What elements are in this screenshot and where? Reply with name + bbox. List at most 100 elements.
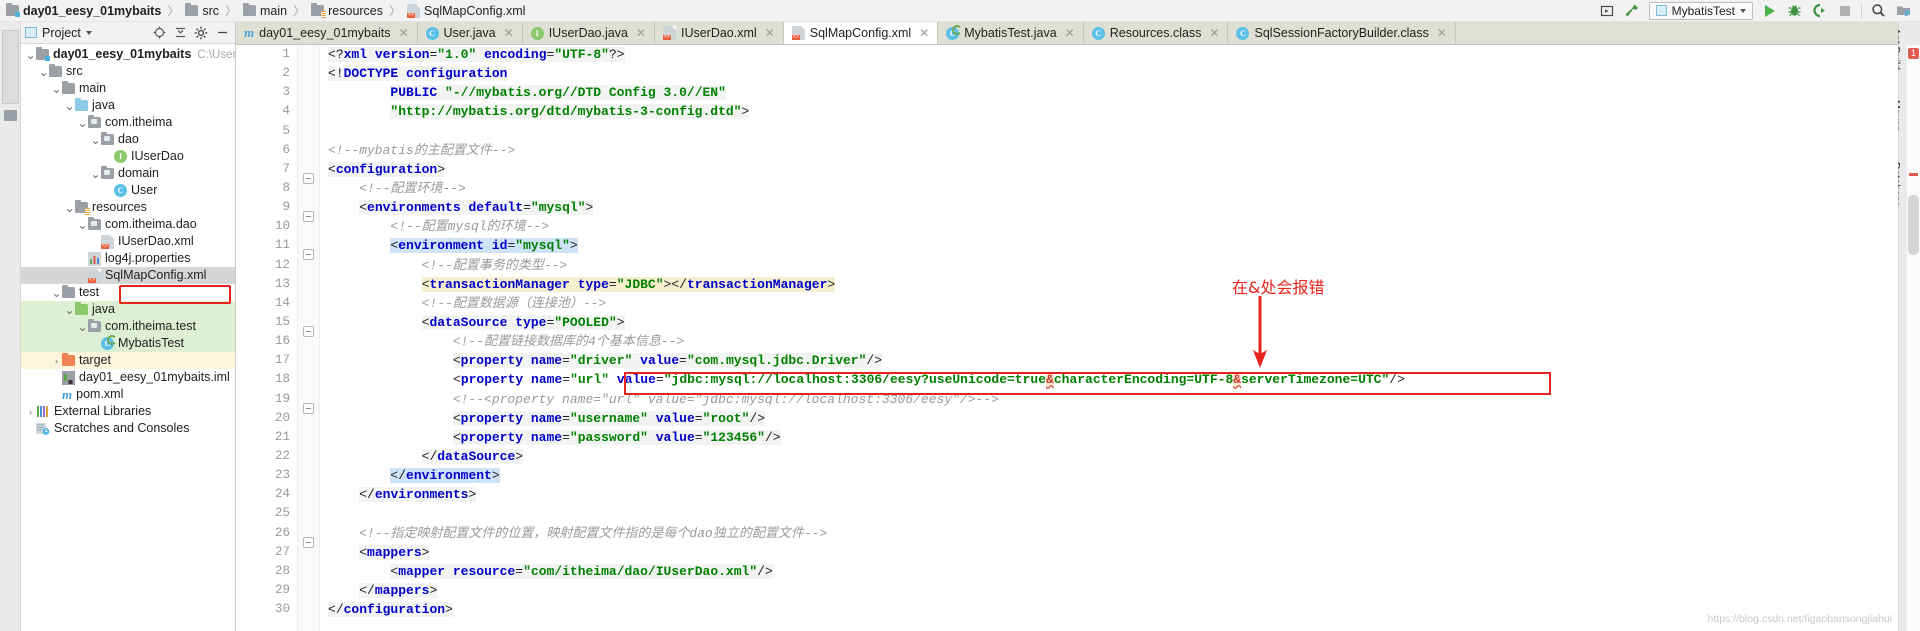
hammer-icon[interactable] xyxy=(1624,2,1641,19)
chevron-down-icon[interactable]: ⌄ xyxy=(77,219,88,231)
tool-window-tab-project[interactable]: 1: Project xyxy=(2,30,19,104)
fold-marker[interactable] xyxy=(303,537,314,548)
breadcrumb-item-project[interactable]: day01_eesy_01mybaits xyxy=(6,3,161,18)
editor-tab-user-java[interactable]: C User.java ✕ xyxy=(418,22,523,44)
tree-item-dao[interactable]: ⌄ dao xyxy=(21,131,235,148)
chevron-right-icon[interactable]: › xyxy=(25,406,36,417)
tree-item-src[interactable]: ⌄ src xyxy=(21,63,235,80)
editor-tab-resources-class[interactable]: C Resources.class ✕ xyxy=(1084,22,1229,44)
project-panel-title-group[interactable]: Project xyxy=(25,26,92,40)
tree-item-scratches-and-consoles[interactable]: Scratches and Consoles xyxy=(21,420,235,437)
code-line[interactable]: <environment id="mysql"> xyxy=(328,236,1898,255)
tree-item-com-itheima[interactable]: ⌄ com.itheima xyxy=(21,114,235,131)
tree-item-day01-eesy-01mybaits-iml[interactable]: day01_eesy_01mybaits.iml xyxy=(21,369,235,386)
tree-item-user[interactable]: C User xyxy=(21,182,235,199)
code-line[interactable]: "http://mybatis.org/dtd/mybatis-3-config… xyxy=(328,102,1898,121)
tree-item-day01-eesy-01mybaits[interactable]: ⌄ day01_eesy_01mybaits C:\Users\ xyxy=(21,46,245,63)
code-line[interactable]: <dataSource type="POOLED"> xyxy=(328,313,1898,332)
chevron-down-icon[interactable]: ⌄ xyxy=(64,100,75,112)
error-stripe-scrollbar[interactable]: 1 xyxy=(1906,45,1920,631)
editor-tab-iuserdao-xml[interactable]: IUserDao.xml ✕ xyxy=(655,22,784,44)
chevron-right-icon[interactable]: › xyxy=(51,355,62,366)
editor-tab-sqlmapconfig-xml[interactable]: SqlMapConfig.xml ✕ xyxy=(783,22,939,44)
code-line[interactable]: <!--指定映射配置文件的位置，映射配置文件指的是每个dao独立的配置文件--> xyxy=(328,524,1898,543)
tree-item-pom-xml[interactable]: m pom.xml xyxy=(21,386,235,403)
code-content[interactable]: <?xml version="1.0" encoding="UTF-8"?> <!… xyxy=(328,45,1898,631)
fold-marker[interactable] xyxy=(303,173,314,184)
editor-tab-sqlsessionfactorybuilder-class[interactable]: C SqlSessionFactoryBuilder.class ✕ xyxy=(1228,22,1456,44)
tree-item-java[interactable]: ⌄ java xyxy=(21,301,235,318)
tree-item-com-itheima-test[interactable]: ⌄ com.itheima.test xyxy=(21,318,235,335)
code-line[interactable]: <!--配置环境--> xyxy=(328,179,1898,198)
code-line[interactable]: <property name="password" value="123456"… xyxy=(328,428,1898,447)
code-line[interactable]: <mapper resource="com/itheima/dao/IUserD… xyxy=(328,562,1898,581)
close-icon[interactable]: ✕ xyxy=(1209,26,1219,40)
chevron-down-icon[interactable]: ⌄ xyxy=(77,321,88,333)
chevron-down-icon[interactable]: ⌄ xyxy=(90,134,101,146)
tree-item-java[interactable]: ⌄ java xyxy=(21,97,235,114)
run-configuration-selector[interactable]: MybatisTest xyxy=(1648,1,1753,20)
code-line[interactable]: <configuration> xyxy=(328,160,1898,179)
chevron-down-icon[interactable]: ⌄ xyxy=(38,66,49,78)
code-line[interactable]: <property name="username" value="root"/> xyxy=(328,409,1898,428)
breadcrumb-item-main[interactable]: main xyxy=(243,3,287,18)
code-line[interactable]: <transactionManager type="JDBC"></transa… xyxy=(328,275,1898,294)
code-line[interactable]: <?xml version="1.0" encoding="UTF-8"?> xyxy=(328,45,1898,64)
close-icon[interactable]: ✕ xyxy=(398,26,408,40)
error-stripe-mark[interactable] xyxy=(1909,173,1918,176)
build-icon[interactable] xyxy=(1599,2,1616,19)
tree-item-target[interactable]: › target xyxy=(21,352,235,369)
debug-icon[interactable] xyxy=(1786,2,1803,19)
settings-gear-icon[interactable] xyxy=(194,26,208,40)
vertical-scrollbar-thumb[interactable] xyxy=(1908,195,1919,255)
code-line[interactable]: <property name="url" value="jdbc:mysql:/… xyxy=(328,370,1898,389)
chevron-down-icon[interactable]: ⌄ xyxy=(51,287,62,299)
close-icon[interactable]: ✕ xyxy=(919,26,929,40)
code-line[interactable]: </configuration> xyxy=(328,600,1898,619)
code-line[interactable]: </environments> xyxy=(328,485,1898,504)
code-line[interactable]: <!DOCTYPE configuration xyxy=(328,64,1898,83)
close-icon[interactable]: ✕ xyxy=(504,26,514,40)
code-line[interactable]: <environments default="mysql"> xyxy=(328,198,1898,217)
tree-item-resources[interactable]: ⌄ resources xyxy=(21,199,235,216)
breadcrumb-item-file[interactable]: SqlMapConfig.xml xyxy=(407,3,525,18)
code-line[interactable]: <!--mybatis的主配置文件--> xyxy=(328,141,1898,160)
code-line[interactable]: </dataSource> xyxy=(328,447,1898,466)
breadcrumb-item-src[interactable]: src xyxy=(185,3,219,18)
stop-icon[interactable] xyxy=(1836,2,1853,19)
code-editor[interactable]: 1 2 3 4 5 6 7 8 9 10 11 12 13 14 15 16 17 18 19 20 21 22 23 24 2… xyxy=(236,45,1898,631)
code-line[interactable]: <property name="driver" value="com.mysql… xyxy=(328,351,1898,370)
code-line[interactable]: <!--配置数据源（连接池）--> xyxy=(328,294,1898,313)
editor-tab-mybatistest-java[interactable]: C MybatisTest.java ✕ xyxy=(938,22,1084,44)
code-line[interactable]: </environment> xyxy=(328,466,1898,485)
tree-item-domain[interactable]: ⌄ domain xyxy=(21,165,235,182)
run-icon[interactable] xyxy=(1761,2,1778,19)
tree-item-log4j-properties[interactable]: log4j.properties xyxy=(21,250,235,267)
error-count-badge[interactable]: 1 xyxy=(1908,48,1919,59)
chevron-down-icon[interactable]: ⌄ xyxy=(51,83,62,95)
chevron-down-icon[interactable]: ⌄ xyxy=(64,304,75,316)
fold-marker[interactable] xyxy=(303,403,314,414)
code-line[interactable]: <!--<property name="url" value="jdbc:mys… xyxy=(328,390,1898,409)
code-line[interactable]: <!--配置mysql的环境--> xyxy=(328,217,1898,236)
code-line[interactable] xyxy=(328,504,1898,523)
code-line[interactable]: <!--配置链接数据库的4个基本信息--> xyxy=(328,332,1898,351)
tree-item-iuserdao-xml[interactable]: IUserDao.xml xyxy=(21,233,235,250)
code-line[interactable]: PUBLIC "-//mybatis.org//DTD Config 3.0//… xyxy=(328,83,1898,102)
close-icon[interactable]: ✕ xyxy=(765,26,775,40)
tool-window-tab-ant-build[interactable]: Ant Build xyxy=(1890,28,1919,70)
tree-item-main[interactable]: ⌄ main xyxy=(21,80,235,97)
search-icon[interactable] xyxy=(1870,2,1887,19)
code-line[interactable]: <mappers> xyxy=(328,543,1898,562)
chevron-down-icon[interactable]: ⌄ xyxy=(25,49,36,61)
tree-item-test[interactable]: ⌄ test xyxy=(21,284,235,301)
fold-marker[interactable] xyxy=(303,211,314,222)
tree-item-com-itheima-dao[interactable]: ⌄ com.itheima.dao xyxy=(21,216,235,233)
code-line[interactable]: </mappers> xyxy=(328,581,1898,600)
chevron-down-icon[interactable]: ⌄ xyxy=(64,202,75,214)
breadcrumb-item-resources[interactable]: resources xyxy=(311,3,383,18)
fold-marker[interactable] xyxy=(303,326,314,337)
tree-item-mybatistest[interactable]: C MybatisTest xyxy=(21,335,235,352)
close-icon[interactable]: ✕ xyxy=(1065,26,1075,40)
run-coverage-icon[interactable] xyxy=(1811,2,1828,19)
